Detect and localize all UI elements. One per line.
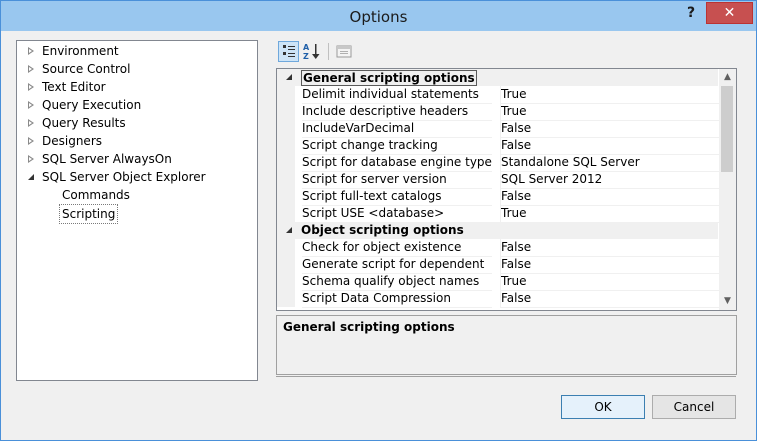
ok-button[interactable]: OK <box>561 395 645 419</box>
property-row[interactable]: Check for object existence False <box>277 239 719 257</box>
tree-item-label: Designers <box>42 134 102 148</box>
category-label: General scripting options <box>301 70 477 86</box>
property-row[interactable]: Script change tracking False <box>277 137 719 155</box>
tree-item-label: Text Editor <box>42 80 106 94</box>
vertical-scrollbar[interactable]: ▲ ▼ <box>719 69 736 310</box>
tree-item-label: SQL Server AlwaysOn <box>42 152 172 166</box>
property-name: Delimit individual statements <box>302 86 492 104</box>
category-object-scripting[interactable]: Object scripting options <box>277 222 718 239</box>
tree-item-label: Environment <box>42 44 119 58</box>
property-name: Script change tracking <box>302 137 492 155</box>
alphabetical-button[interactable]: A Z <box>302 41 322 61</box>
property-name: Schema qualify object names <box>302 273 492 291</box>
tree-item-source-control[interactable]: Source Control <box>17 60 255 78</box>
tree-item-label: Query Results <box>42 116 126 130</box>
tree-item-text-editor[interactable]: Text Editor <box>17 78 255 96</box>
property-pages-icon <box>336 45 352 58</box>
category-label: Object scripting options <box>301 223 464 237</box>
property-name: Script for server version <box>302 171 492 189</box>
property-name: Generate script for dependent objects <box>302 256 492 274</box>
property-value[interactable]: Standalone SQL Server <box>500 154 719 172</box>
property-row[interactable]: Include descriptive headers True <box>277 103 719 121</box>
property-grid-toolbar: A Z <box>278 41 378 63</box>
scroll-down-icon[interactable]: ▼ <box>719 293 736 310</box>
description-title: General scripting options <box>283 320 455 334</box>
window-title: Options <box>349 8 408 26</box>
dialog-client-area: Environment Source Control Text Editor Q… <box>8 31 749 432</box>
close-icon: ✕ <box>723 5 736 21</box>
property-pages-button[interactable] <box>334 41 354 61</box>
property-row[interactable]: Script full-text catalogs False <box>277 188 719 206</box>
alphabetical-sort-icon: A Z <box>303 43 320 61</box>
property-value[interactable]: False <box>500 120 719 138</box>
cancel-button[interactable]: Cancel <box>652 395 736 419</box>
property-value[interactable]: True <box>500 103 719 121</box>
title-bar: Options ? ✕ <box>1 1 756 31</box>
close-button[interactable]: ✕ <box>706 2 753 24</box>
property-name: Script full-text catalogs <box>302 188 492 206</box>
property-value[interactable]: False <box>500 256 719 274</box>
categorized-icon <box>283 45 295 57</box>
property-row[interactable]: Script for database engine type Standalo… <box>277 154 719 172</box>
tree-item-label: Commands <box>62 188 130 202</box>
property-row[interactable]: Script USE <database> True <box>277 205 719 223</box>
tree-item-sql-server-object-explorer[interactable]: SQL Server Object Explorer <box>17 168 255 186</box>
toolbar-separator <box>328 43 329 60</box>
property-name: Script USE <database> <box>302 205 492 223</box>
divider <box>276 376 736 377</box>
property-value[interactable]: False <box>500 290 719 308</box>
tree-item-scripting[interactable]: Scripting <box>37 204 255 224</box>
description-pane: General scripting options <box>276 315 737 375</box>
options-tree[interactable]: Environment Source Control Text Editor Q… <box>16 40 258 381</box>
tree-item-label: SQL Server Object Explorer <box>42 170 206 184</box>
property-value[interactable]: False <box>500 239 719 257</box>
property-grid[interactable]: General scripting options Delimit indivi… <box>276 68 737 311</box>
property-name: Check for object existence <box>302 239 492 257</box>
property-row[interactable]: Delimit individual statements True <box>277 86 719 104</box>
property-name: Include descriptive headers <box>302 103 492 121</box>
tree-item-commands[interactable]: Commands <box>37 186 255 204</box>
help-button[interactable]: ? <box>677 3 705 23</box>
property-row[interactable]: IncludeVarDecimal False <box>277 120 719 138</box>
collapse-arrow-icon[interactable] <box>286 227 292 233</box>
tree-item-label: Query Execution <box>42 98 142 112</box>
tree-item-label: Source Control <box>42 62 131 76</box>
collapse-arrow-icon[interactable] <box>28 174 34 180</box>
property-row[interactable]: Script for server version SQL Server 201… <box>277 171 719 189</box>
tree-item-environment[interactable]: Environment <box>17 42 255 60</box>
property-row[interactable]: Script Data Compression Options False <box>277 290 719 308</box>
svg-text:Z: Z <box>303 52 309 61</box>
property-value[interactable]: False <box>500 137 719 155</box>
property-row[interactable]: Schema qualify object names True <box>277 273 719 291</box>
tree-item-query-execution[interactable]: Query Execution <box>17 96 255 114</box>
scroll-up-icon[interactable]: ▲ <box>719 69 736 86</box>
svg-text:A: A <box>303 43 310 52</box>
category-general-scripting[interactable]: General scripting options <box>277 69 718 86</box>
property-row[interactable]: Generate script for dependent objects Fa… <box>277 256 719 274</box>
property-value[interactable]: True <box>500 273 719 291</box>
property-value[interactable]: SQL Server 2012 <box>500 171 719 189</box>
property-name: Script for database engine type <box>302 154 492 172</box>
property-name: IncludeVarDecimal <box>302 120 492 138</box>
options-dialog: Options ? ✕ Environment Source Control T… <box>0 0 757 441</box>
property-value[interactable]: True <box>500 86 719 104</box>
scrollbar-thumb[interactable] <box>721 86 733 172</box>
property-value[interactable]: False <box>500 188 719 206</box>
tree-item-designers[interactable]: Designers <box>17 132 255 150</box>
tree-item-sql-server-alwayson[interactable]: SQL Server AlwaysOn <box>17 150 255 168</box>
property-value[interactable]: True <box>500 205 719 223</box>
categorized-button[interactable] <box>278 41 299 62</box>
property-name: Script Data Compression Options <box>302 290 492 308</box>
tree-item-label: Scripting <box>59 204 119 224</box>
collapse-arrow-icon[interactable] <box>286 74 292 80</box>
tree-item-query-results[interactable]: Query Results <box>17 114 255 132</box>
